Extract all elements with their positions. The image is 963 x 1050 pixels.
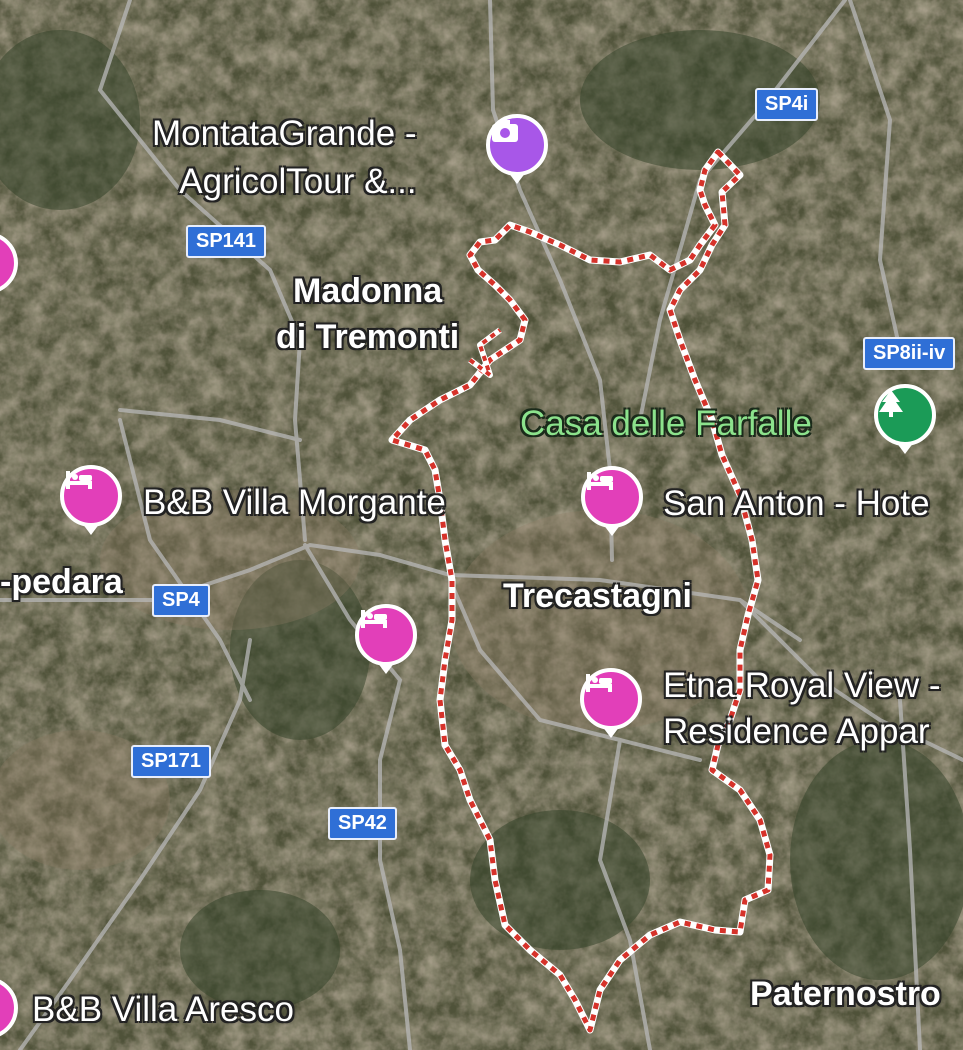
bed-icon [587, 472, 613, 490]
bed-icon [586, 674, 612, 692]
unnamed-hotel-marker[interactable] [355, 604, 417, 674]
villa-morgante-marker[interactable] [60, 465, 122, 535]
satellite-map[interactable]: SP4i SP141 SP8ii-iv SP4 SP171 SP42 Madon… [0, 0, 963, 1050]
poi-label-villa-morgante[interactable]: B&B Villa Morgante [143, 483, 446, 523]
camera-icon [492, 120, 518, 142]
road-shield-sp171: SP171 [131, 745, 212, 778]
poi-label-montata-grande[interactable]: MontataGrande - AgricolTour &... [152, 110, 417, 206]
bed-icon [361, 610, 387, 628]
casa-delle-farfalle-marker[interactable] [874, 384, 936, 454]
town-label-paternostro: Paternostro [750, 975, 941, 1013]
town-label-madonna-di-tremonti: Madonna di Tremonti [276, 272, 460, 356]
town-label-pedara: -pedara [0, 563, 123, 601]
poi-label-villa-aresco[interactable]: B&B Villa Aresco [32, 990, 294, 1030]
san-anton-marker[interactable] [581, 466, 643, 536]
tree-icon [879, 390, 903, 417]
poi-label-casa-delle-farfalle[interactable]: Casa delle Farfalle [520, 404, 812, 444]
poi-label-san-anton[interactable]: San Anton - Hote [663, 484, 930, 524]
road-shield-sp8ii-iv: SP8ii-iv [863, 337, 956, 370]
road-shield-sp42: SP42 [328, 807, 397, 840]
road-shield-sp4i: SP4i [755, 88, 819, 121]
road-shield-sp141: SP141 [186, 225, 267, 258]
road-shield-sp4: SP4 [152, 584, 210, 617]
poi-label-etna-royal-view[interactable]: Etna Royal View - Residence Appar [663, 663, 941, 755]
town-label-trecastagni: Trecastagni [503, 577, 692, 615]
etna-royal-view-marker[interactable] [580, 668, 642, 738]
montata-grande-marker[interactable] [486, 114, 548, 184]
bed-icon [66, 471, 92, 489]
map-imagery [0, 0, 963, 1050]
